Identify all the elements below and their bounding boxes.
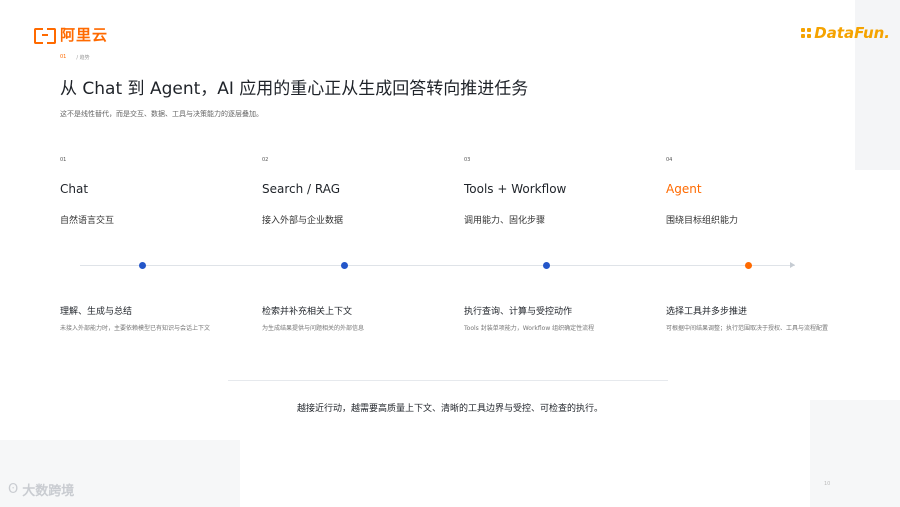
stage-number: 02 (262, 157, 269, 163)
timeline-node (341, 262, 348, 269)
timeline-arrow-icon (790, 262, 795, 268)
aliyun-logo: 阿里云 (34, 24, 108, 45)
watermark-logo-icon: ʘ (8, 482, 19, 497)
datafun-logo: DataFun. (801, 24, 890, 42)
timeline-node (139, 262, 146, 269)
capability-description: 未接入外部能力时，主要依赖模型已有知识与会话上下文 (60, 325, 211, 332)
slide-title: 从 Chat 到 Agent，AI 应用的重心正从生成回答转向推进任务 (60, 79, 529, 99)
datafun-dots-icon (801, 28, 812, 38)
capability-title: 检索并补充相关上下文 (262, 307, 353, 317)
capability-description: Tools 封装单项能力，Workflow 组织确定性流程 (464, 325, 595, 332)
stage-name: Agent (666, 182, 702, 196)
stage-name: Chat (60, 182, 89, 196)
breadcrumb-section: / 趋势 (76, 55, 90, 61)
timeline-node (543, 262, 550, 269)
stage-description: 调用能力、固化步骤 (464, 216, 546, 226)
datafun-logo-text: DataFun. (814, 24, 890, 42)
page-number: 10 (824, 481, 831, 487)
stage-description: 自然语言交互 (60, 216, 115, 226)
capability-title: 执行查询、计算与受控动作 (464, 307, 573, 317)
watermark-text: 大数跨境 (22, 484, 75, 499)
background-shape (810, 400, 900, 507)
capability-description: 可根据中间结果调整；执行范围取决于授权、工具与流程配置 (666, 325, 829, 332)
stage-name: Search / RAG (262, 182, 341, 196)
summary-text: 越接近行动，越需要高质量上下文、清晰的工具边界与受控、可检查的执行。 (296, 404, 603, 414)
stage-number: 04 (666, 157, 673, 163)
capability-title: 理解、生成与总结 (60, 307, 133, 317)
divider (228, 380, 668, 381)
timeline-node-current (745, 262, 752, 269)
stage-description: 围绕目标组织能力 (666, 216, 739, 226)
stage-number: 01 (60, 157, 67, 163)
capability-description: 为生成结果提供与问题相关的外部信息 (262, 325, 365, 332)
stage-name: Tools + Workflow (464, 182, 567, 196)
stage-number: 03 (464, 157, 471, 163)
aliyun-logo-icon (34, 27, 56, 44)
stage-description: 接入外部与企业数据 (262, 216, 344, 226)
timeline-line (80, 265, 795, 266)
watermark: ʘ 大数跨境 (8, 480, 74, 499)
breadcrumb: 01 / 趋势 (60, 54, 90, 61)
capability-title: 选择工具并多步推进 (666, 307, 748, 317)
aliyun-logo-text: 阿里云 (60, 26, 109, 44)
slide-subtitle: 这不是线性替代，而是交互、数据、工具与决策能力的逐层叠加。 (60, 110, 263, 118)
breadcrumb-number: 01 (60, 54, 67, 60)
